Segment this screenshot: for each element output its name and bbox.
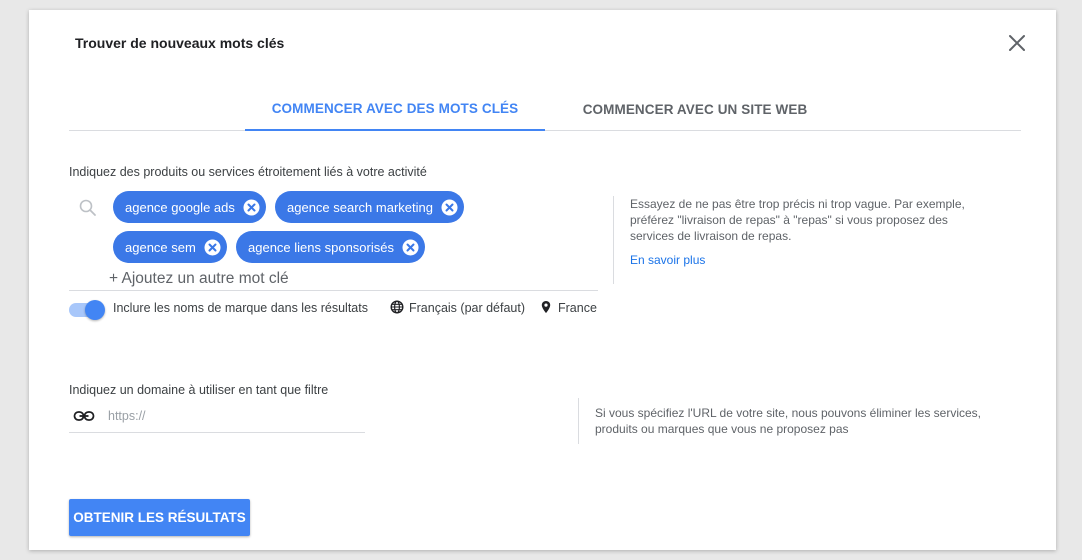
search-icon [79,199,96,216]
keyword-chip[interactable]: agence google ads [113,191,266,223]
domain-url-input[interactable] [108,407,358,425]
get-results-button[interactable]: OBTENIR LES RÉSULTATS [69,499,250,536]
domain-help: Si vous spécifiez l'URL de votre site, n… [578,398,1018,444]
domain-help-text: Si vous spécifiez l'URL de votre site, n… [595,406,982,436]
chip-remove-icon[interactable] [402,239,419,256]
keywords-label: Indiquez des produits ou services étroit… [69,165,427,179]
keyword-chip-label: agence google ads [125,199,235,215]
chip-remove-icon[interactable] [441,199,458,216]
chip-remove-icon[interactable] [243,199,260,216]
globe-icon[interactable] [390,300,404,314]
language-selector[interactable]: Français (par défaut) [409,301,525,315]
location-pin-icon[interactable] [539,300,553,314]
location-selector[interactable]: France [558,301,597,315]
chip-remove-icon[interactable] [204,239,221,256]
keyword-input-underline [69,290,598,291]
close-button[interactable] [1006,32,1028,54]
tab-start-with-website[interactable]: COMMENCER AVEC UN SITE WEB [569,88,821,131]
domain-label: Indiquez un domaine à utiliser en tant q… [69,383,329,397]
keyword-chip[interactable]: agence liens sponsorisés [236,231,425,263]
dialog-title: Trouver de nouveaux mots clés [75,35,285,51]
keywords-help: Essayez de ne pas être trop précis ni tr… [613,196,993,284]
link-icon [73,411,95,421]
keyword-chip[interactable]: agence search marketing [275,191,464,223]
keyword-planner-dialog: Trouver de nouveaux mots clés COMMENCER … [29,10,1056,550]
toggle-knob [85,300,105,320]
keyword-chip-label: agence liens sponsorisés [248,239,394,255]
keyword-chip-label: agence sem [125,239,196,255]
keyword-chip-label: agence search marketing [287,199,433,215]
tab-start-with-keywords[interactable]: COMMENCER AVEC DES MOTS CLÉS [245,88,545,131]
include-brands-toggle[interactable] [69,298,105,320]
close-icon [1009,35,1025,51]
learn-more-link[interactable]: En savoir plus [630,252,993,268]
add-keyword-input[interactable]: + Ajoutez un autre mot clé [109,270,289,288]
include-brands-label: Inclure les noms de marque dans les résu… [113,301,368,315]
tab-bar: COMMENCER AVEC DES MOTS CLÉS COMMENCER A… [69,88,1021,131]
url-input-underline [69,432,365,433]
keyword-chip[interactable]: agence sem [113,231,227,263]
keywords-help-text: Essayez de ne pas être trop précis ni tr… [630,197,965,243]
